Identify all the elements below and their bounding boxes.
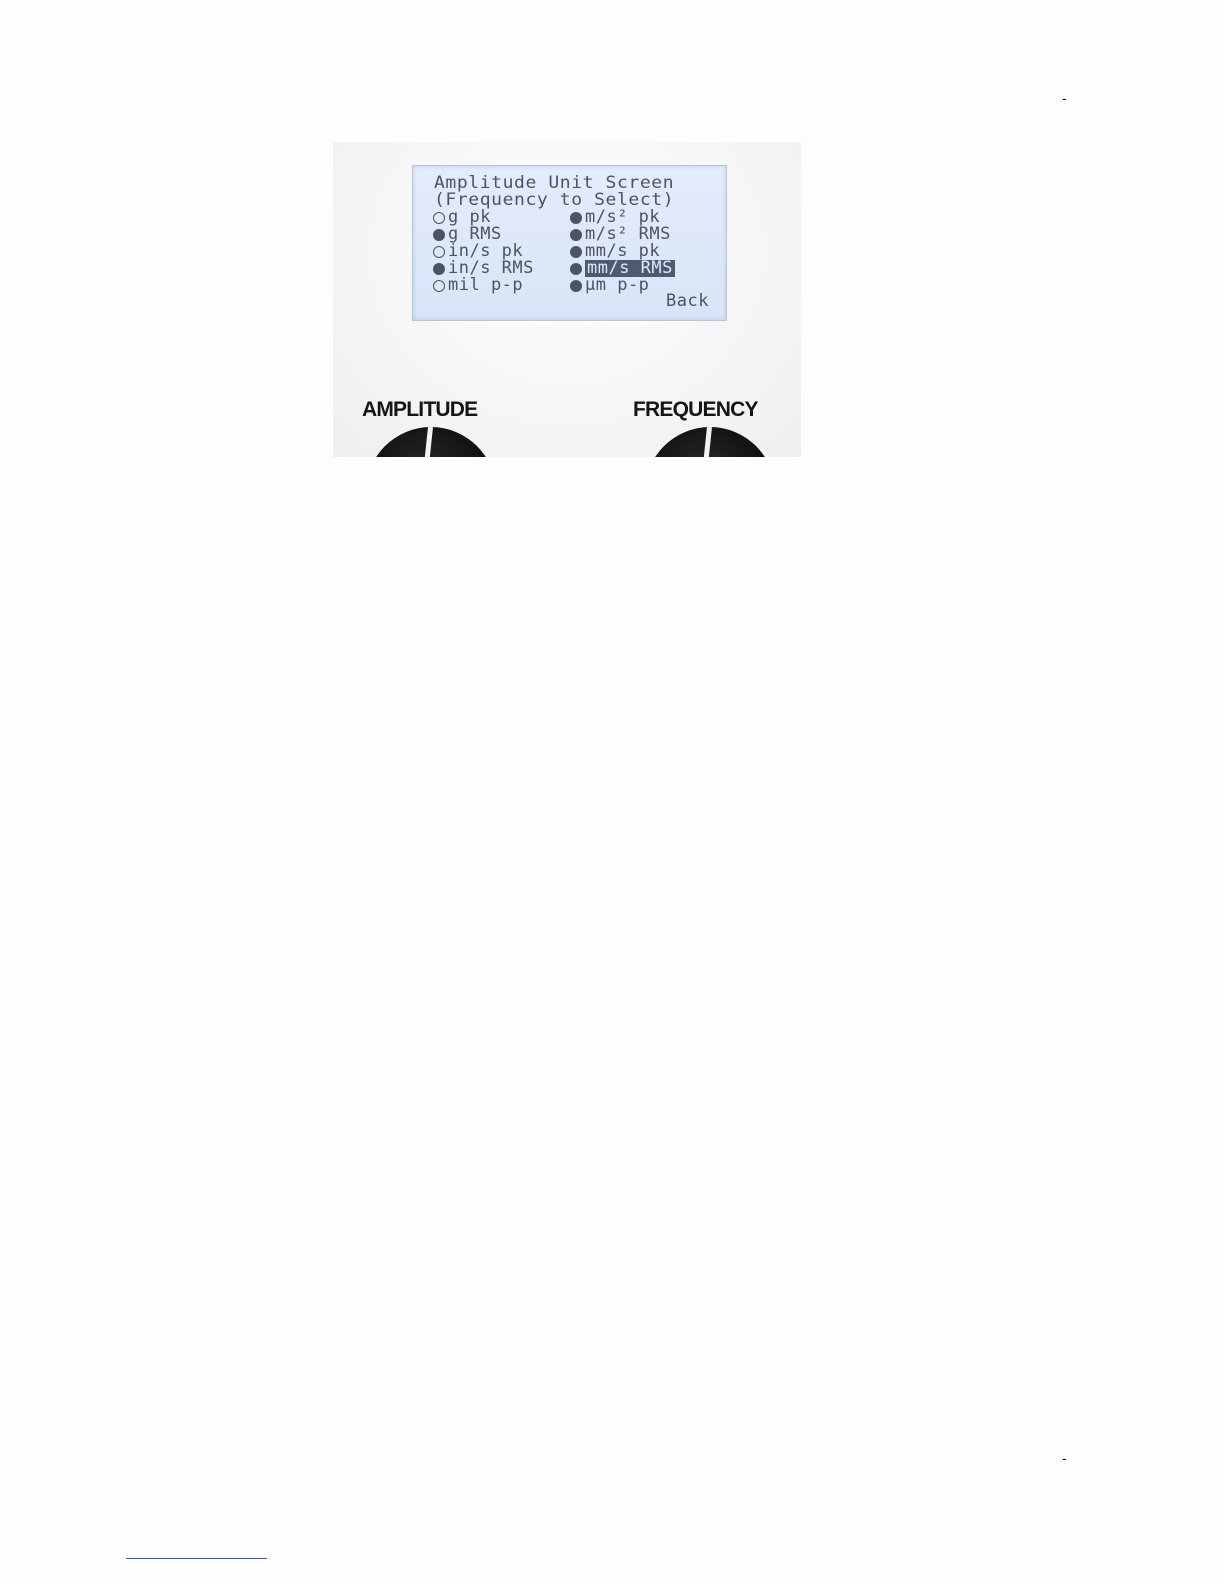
page-mark-bottom: - bbox=[1062, 1450, 1067, 1466]
radio-filled-icon bbox=[570, 279, 582, 292]
option-mil-p-p[interactable]: mil p-p bbox=[433, 277, 523, 294]
lcd-title: Amplitude Unit Screen bbox=[434, 173, 675, 193]
frequency-label: FREQUENCY bbox=[633, 398, 758, 421]
radio-filled-icon bbox=[570, 262, 582, 275]
amplitude-label: AMPLITUDE bbox=[362, 398, 478, 421]
frequency-knob[interactable] bbox=[645, 426, 775, 457]
radio-empty-icon bbox=[433, 245, 445, 258]
amplitude-knob[interactable] bbox=[366, 426, 496, 457]
back-option[interactable]: Back bbox=[666, 293, 709, 310]
radio-filled-icon bbox=[433, 228, 445, 241]
device-photo: Amplitude Unit Screen (Frequency to Sele… bbox=[333, 142, 801, 457]
option-label: mil p-p bbox=[448, 275, 524, 295]
radio-filled-icon bbox=[570, 211, 582, 224]
option-label: µm p-p bbox=[585, 275, 650, 295]
option-um-p-p[interactable]: µm p-p bbox=[570, 277, 649, 294]
radio-empty-icon bbox=[433, 211, 445, 224]
page-mark-top: - bbox=[1062, 90, 1067, 106]
footnote-rule bbox=[126, 1558, 267, 1559]
radio-filled-icon bbox=[570, 228, 582, 241]
lcd-screen: Amplitude Unit Screen (Frequency to Sele… bbox=[412, 165, 727, 321]
knob-pointer-icon bbox=[700, 426, 712, 457]
knob-pointer-icon bbox=[421, 426, 433, 457]
radio-empty-icon bbox=[433, 279, 445, 292]
radio-filled-icon bbox=[433, 262, 445, 275]
radio-filled-icon bbox=[570, 245, 582, 258]
